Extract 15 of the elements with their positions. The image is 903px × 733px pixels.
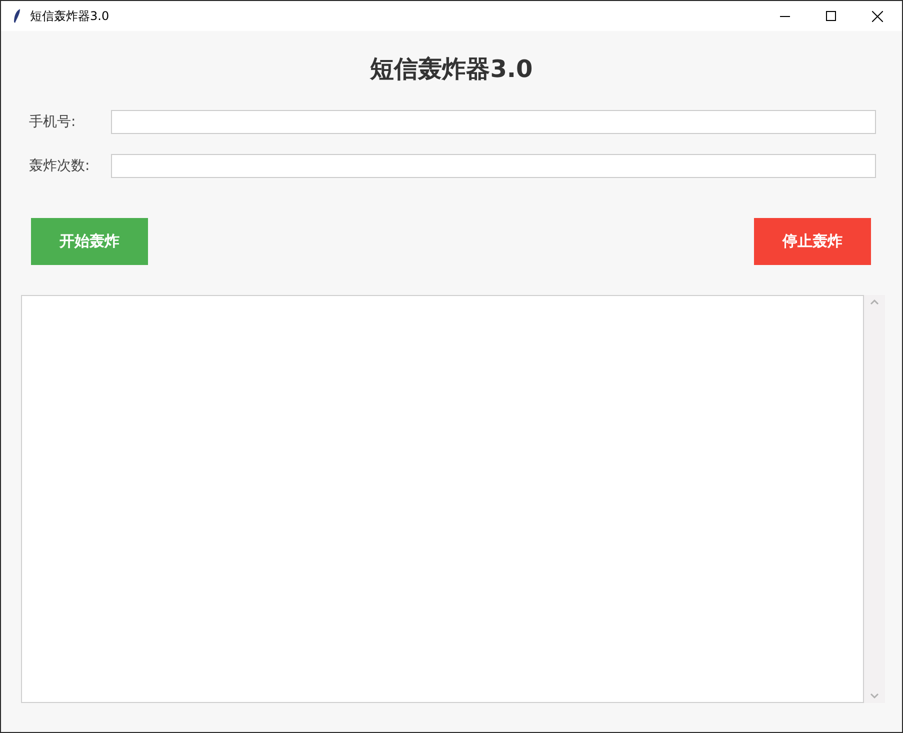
start-button[interactable]: 开始轰炸: [31, 218, 148, 265]
field-label: 手机号:: [29, 112, 77, 132]
app-heading: 短信轰炸器3.0: [370, 54, 533, 85]
scroll-up-icon[interactable]: [870, 299, 879, 305]
feather-icon: [12, 8, 22, 24]
stop-button[interactable]: 停止轰炸: [754, 218, 871, 265]
maximize-icon[interactable]: [826, 10, 836, 20]
scrollbar[interactable]: [864, 295, 885, 703]
log-text-area[interactable]: [21, 295, 864, 703]
input-field[interactable]: [111, 110, 876, 134]
close-icon[interactable]: [872, 10, 883, 22]
window-title: 短信轰炸器3.0: [30, 8, 110, 25]
input-field[interactable]: [111, 154, 876, 178]
scroll-down-icon[interactable]: [870, 693, 879, 699]
field-label: 轰炸次数:: [29, 156, 91, 176]
